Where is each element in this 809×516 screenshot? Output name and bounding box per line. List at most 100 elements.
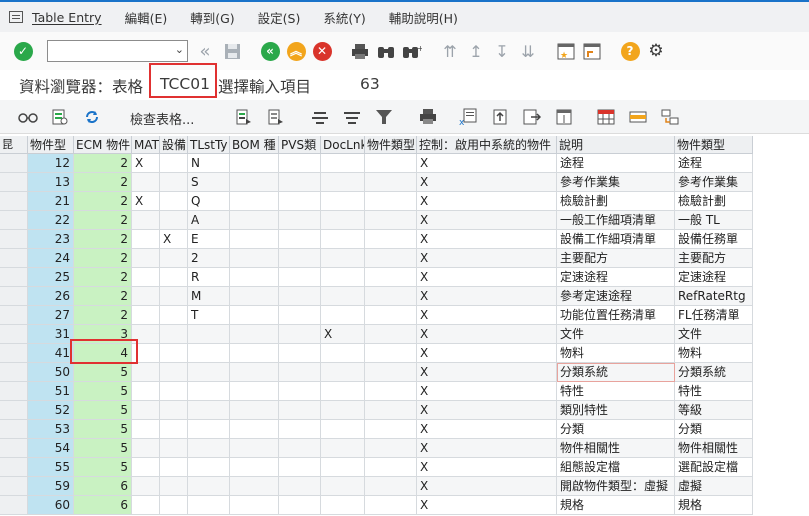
cell-ecm: 6 bbox=[74, 496, 132, 515]
row-selector[interactable] bbox=[0, 173, 28, 192]
cell-ecm: 2 bbox=[74, 230, 132, 249]
column-header[interactable]: 物件類型 bbox=[675, 136, 753, 154]
chevron-down-icon[interactable]: ⌄ bbox=[175, 43, 184, 56]
row-selector[interactable] bbox=[0, 382, 28, 401]
cell-bom bbox=[230, 154, 279, 173]
cell-pvs bbox=[279, 344, 321, 363]
print-preview-icon[interactable] bbox=[418, 108, 438, 126]
column-header[interactable]: 設備 bbox=[160, 136, 188, 154]
column-header[interactable]: TLstTy bbox=[188, 136, 230, 154]
row-selector[interactable] bbox=[0, 458, 28, 477]
row-selector[interactable] bbox=[0, 192, 28, 211]
cell-pvs bbox=[279, 458, 321, 477]
export-icon[interactable]: x bbox=[458, 108, 478, 126]
cell-desc: 文件 bbox=[557, 325, 675, 344]
back-icon[interactable]: « bbox=[260, 41, 280, 61]
menu-goto[interactable]: 轉到(G) bbox=[190, 8, 234, 27]
menu-system[interactable]: 系統(Y) bbox=[323, 8, 365, 27]
glasses-icon[interactable] bbox=[18, 108, 38, 126]
row-selector[interactable] bbox=[0, 249, 28, 268]
layout-icon[interactable] bbox=[554, 108, 574, 126]
refresh-icon[interactable] bbox=[82, 108, 102, 126]
cell-pvs bbox=[279, 211, 321, 230]
cell-ctrl: X bbox=[417, 363, 557, 382]
cell-equip bbox=[160, 306, 188, 325]
row-selector[interactable] bbox=[0, 401, 28, 420]
cell-key: 26 bbox=[28, 287, 74, 306]
find-next-icon[interactable]: + bbox=[402, 41, 422, 61]
check-table-button[interactable]: 檢查表格... bbox=[130, 109, 194, 128]
menu-edit[interactable]: 編輯(E) bbox=[125, 8, 168, 27]
column-header[interactable]: 說明 bbox=[557, 136, 675, 154]
upload-icon[interactable] bbox=[490, 108, 510, 126]
first-page-icon[interactable]: ⇈ bbox=[440, 41, 460, 61]
sort-descending-icon[interactable] bbox=[342, 108, 362, 126]
cancel-icon[interactable]: ✕ bbox=[312, 41, 332, 61]
row-selector[interactable] bbox=[0, 344, 28, 363]
cell-key: 50 bbox=[28, 363, 74, 382]
columns-icon[interactable] bbox=[660, 108, 680, 126]
cell-pvs bbox=[279, 230, 321, 249]
row-selector[interactable] bbox=[0, 325, 28, 344]
row-selector[interactable] bbox=[0, 230, 28, 249]
cell-doc bbox=[321, 458, 365, 477]
row-selector[interactable] bbox=[0, 477, 28, 496]
find-icon[interactable] bbox=[376, 41, 396, 61]
deselect-all-icon[interactable] bbox=[266, 108, 286, 126]
select-all-icon[interactable] bbox=[234, 108, 254, 126]
row-selector[interactable] bbox=[0, 420, 28, 439]
shortcut-icon[interactable] bbox=[582, 41, 602, 61]
download-icon[interactable] bbox=[522, 108, 542, 126]
sort-ascending-icon[interactable] bbox=[310, 108, 330, 126]
column-header[interactable]: 控制：啟用中系統的物件 bbox=[417, 136, 557, 154]
save-icon[interactable] bbox=[222, 41, 242, 61]
table-name-highlight bbox=[149, 63, 217, 98]
menu-help[interactable]: 輔助說明(H) bbox=[389, 8, 458, 27]
column-header[interactable]: MAT bbox=[132, 136, 160, 154]
command-field[interactable]: ⌄ bbox=[47, 40, 188, 62]
row-selector[interactable] bbox=[0, 287, 28, 306]
next-page-icon[interactable]: ↧ bbox=[492, 41, 512, 61]
svg-text:x: x bbox=[459, 118, 465, 126]
detail-view-icon[interactable] bbox=[50, 108, 70, 126]
new-session-icon[interactable]: ★ bbox=[556, 41, 576, 61]
row-selector[interactable] bbox=[0, 154, 28, 173]
row-selector[interactable] bbox=[0, 268, 28, 287]
column-header[interactable]: DocLnk bbox=[321, 136, 365, 154]
row-selector[interactable] bbox=[0, 439, 28, 458]
row-selector[interactable] bbox=[0, 211, 28, 230]
cell-doc: X bbox=[321, 325, 365, 344]
row-selector[interactable] bbox=[0, 496, 28, 515]
cell-equip bbox=[160, 363, 188, 382]
cell-ecm: 5 bbox=[74, 458, 132, 477]
cell-bom bbox=[230, 420, 279, 439]
last-page-icon[interactable]: ⇊ bbox=[518, 41, 538, 61]
settings-icon[interactable]: ⚙ bbox=[646, 41, 666, 61]
select-all-corner[interactable]: 昆 bbox=[0, 136, 28, 154]
cell-equip bbox=[160, 325, 188, 344]
column-header[interactable]: 物件類型 bbox=[365, 136, 417, 154]
column-header[interactable]: BOM 種 bbox=[230, 136, 279, 154]
column-header[interactable]: ECM 物件 bbox=[74, 136, 132, 154]
prev-page-icon[interactable]: ↥ bbox=[466, 41, 486, 61]
menu-settings[interactable]: 設定(S) bbox=[258, 8, 301, 27]
cell-tlst bbox=[188, 325, 230, 344]
cell-ctrl: X bbox=[417, 439, 557, 458]
row-selector[interactable] bbox=[0, 363, 28, 382]
filter-icon[interactable] bbox=[374, 108, 394, 126]
help-icon[interactable]: ? bbox=[620, 41, 640, 61]
table-grid-icon[interactable] bbox=[596, 108, 616, 126]
cell-desc: 參考定速途程 bbox=[557, 287, 675, 306]
cell-doc bbox=[321, 249, 365, 268]
print-icon[interactable] bbox=[350, 41, 370, 61]
column-header[interactable]: 物件型 bbox=[28, 136, 74, 154]
check-icon[interactable]: ✓ bbox=[13, 41, 33, 61]
exit-icon[interactable]: ︽ bbox=[286, 41, 306, 61]
menu-list-icon[interactable] bbox=[9, 11, 23, 23]
column-header[interactable]: PVS類 bbox=[279, 136, 321, 154]
insert-row-icon[interactable] bbox=[628, 108, 648, 126]
back-double-icon[interactable]: « bbox=[195, 41, 215, 62]
menu-table-entry[interactable]: Table Entry bbox=[32, 10, 102, 25]
row-selector[interactable] bbox=[0, 306, 28, 325]
cell-tlst bbox=[188, 420, 230, 439]
